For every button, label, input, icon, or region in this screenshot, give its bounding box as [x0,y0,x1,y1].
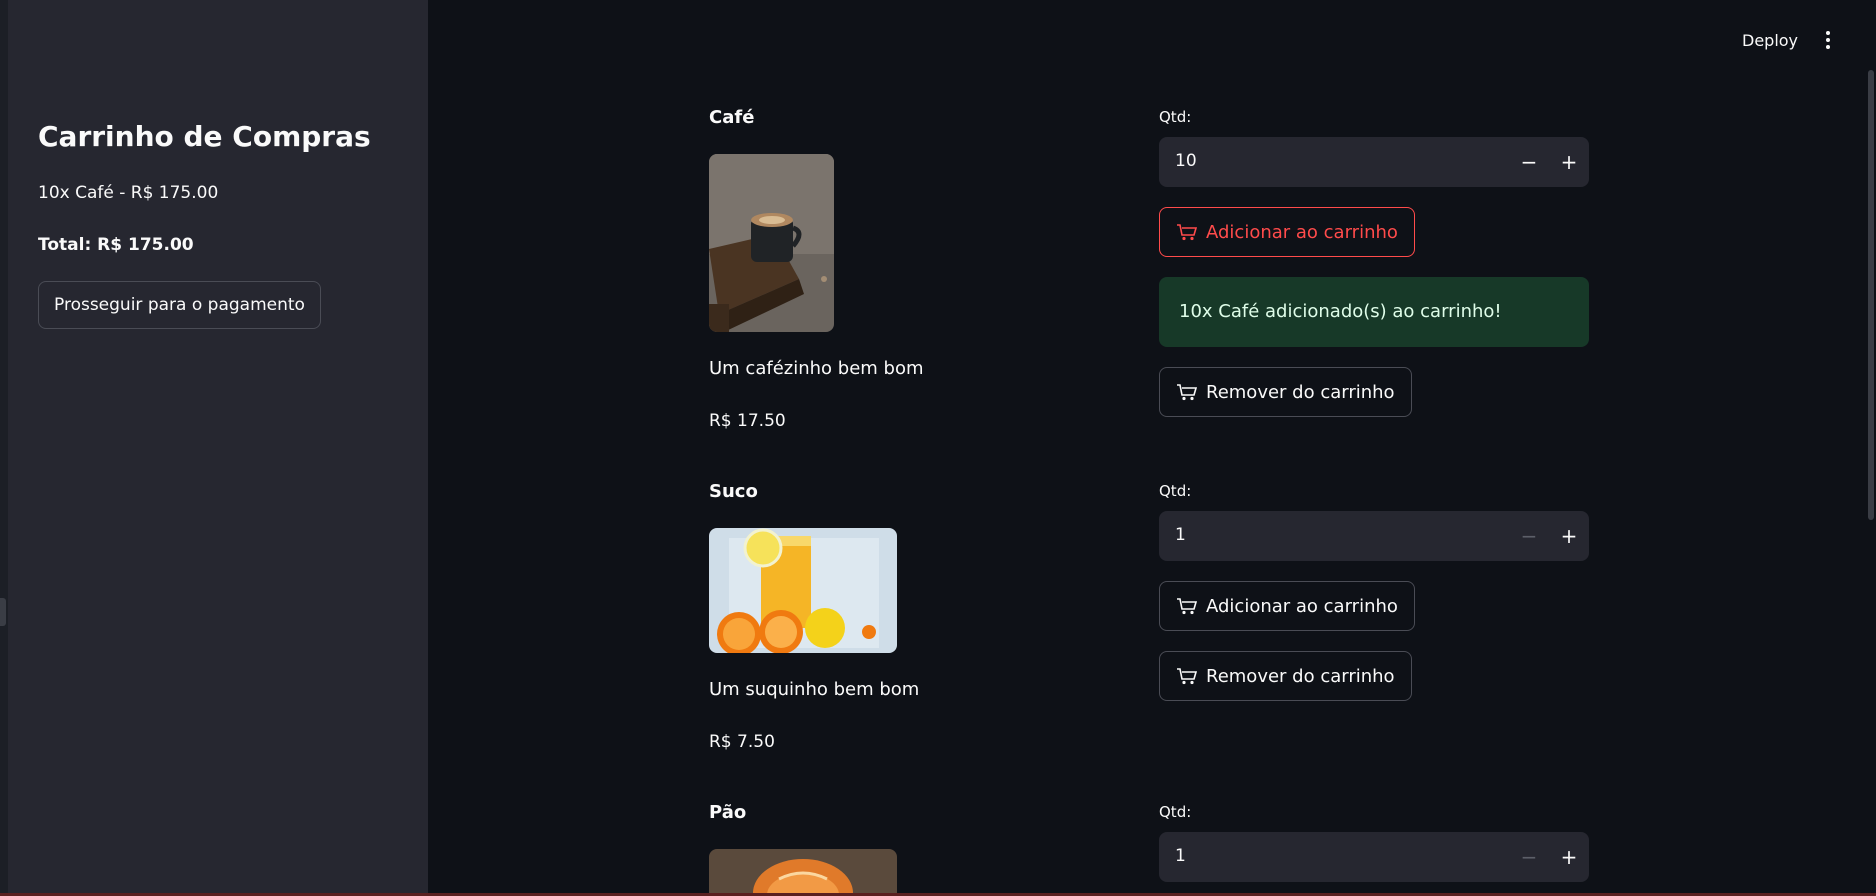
kebab-menu-icon[interactable] [1822,31,1834,51]
add-to-cart-label: Adicionar ao carrinho [1206,595,1398,617]
panel-resize-handle[interactable] [0,598,6,626]
quantity-stepper[interactable]: 1 − + [1159,511,1589,561]
quantity-input[interactable]: 10 [1175,151,1197,171]
remove-from-cart-label: Remover do carrinho [1206,381,1395,403]
product-description: Um suquinho bem bom [709,679,920,700]
remove-from-cart-button[interactable]: Remover do carrinho [1159,651,1412,701]
product-name: Pão [709,802,747,823]
cart-icon [1177,384,1198,401]
product-name: Suco [709,481,758,502]
scrollbar[interactable] [1868,70,1874,520]
decrement-button[interactable]: − [1509,137,1549,187]
product-image-pao [709,849,897,893]
product-image-cafe [709,154,834,332]
increment-button[interactable]: + [1549,832,1589,882]
cart-icon [1177,224,1198,241]
add-to-cart-label: Adicionar ao carrinho [1206,221,1398,243]
product-description: Um cafézinho bem bom [709,358,924,379]
quantity-label: Qtd: [1159,803,1192,821]
add-to-cart-button[interactable]: Adicionar ao carrinho [1159,207,1415,257]
product-price: R$ 17.50 [709,411,786,431]
increment-button[interactable]: + [1549,511,1589,561]
cart-total: Total: R$ 175.00 [38,235,194,255]
sidebar: Carrinho de Compras 10x Café - R$ 175.00… [8,0,428,896]
remove-from-cart-label: Remover do carrinho [1206,665,1395,687]
checkout-button[interactable]: Prosseguir para o pagamento [38,281,321,329]
quantity-label: Qtd: [1159,482,1192,500]
decrement-button[interactable]: − [1509,832,1549,882]
success-message: 10x Café adicionado(s) ao carrinho! [1159,277,1589,347]
product-image-suco [709,528,897,653]
sidebar-title: Carrinho de Compras [38,120,371,153]
product-price: R$ 7.50 [709,732,775,752]
quantity-input[interactable]: 1 [1175,525,1186,545]
remove-from-cart-button[interactable]: Remover do carrinho [1159,367,1412,417]
decrement-button[interactable]: − [1509,511,1549,561]
quantity-stepper[interactable]: 1 − + [1159,832,1589,882]
increment-button[interactable]: + [1549,137,1589,187]
cart-item: 10x Café - R$ 175.00 [38,183,219,203]
quantity-stepper[interactable]: 10 − + [1159,137,1589,187]
deploy-button[interactable]: Deploy [1742,31,1798,50]
cart-icon [1177,598,1198,615]
cart-icon [1177,668,1198,685]
quantity-input[interactable]: 1 [1175,846,1186,866]
product-name: Café [709,107,755,128]
add-to-cart-button[interactable]: Adicionar ao carrinho [1159,581,1415,631]
quantity-label: Qtd: [1159,108,1192,126]
